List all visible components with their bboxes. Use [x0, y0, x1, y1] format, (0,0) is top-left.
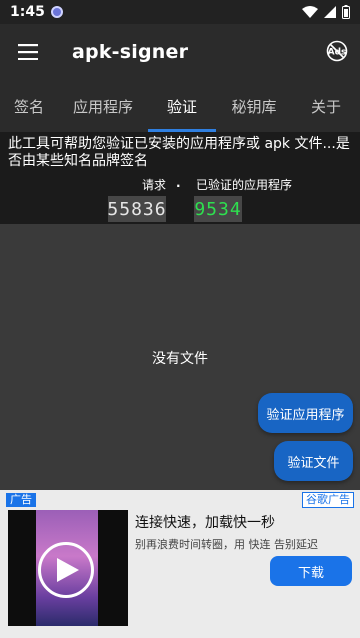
- verify-app-button[interactable]: 验证应用程序: [258, 393, 353, 433]
- file-list-area: 没有文件 验证应用程序 验证文件: [0, 224, 360, 490]
- app-title: apk-signer: [72, 41, 189, 63]
- tab-about[interactable]: 关于: [292, 80, 360, 132]
- ad-provider-label[interactable]: 谷歌广告: [302, 492, 354, 508]
- request-counter: 55836: [107, 196, 166, 222]
- info-panel: 此工具可帮助您验证已安装的应用程序或 apk 文件...是否由某些知名品牌签名 …: [0, 132, 360, 224]
- status-bar: 1:45: [0, 0, 360, 24]
- ad-headline: 连接快速，加载快一秒: [135, 515, 275, 531]
- ad-label: 广告: [6, 493, 36, 507]
- verified-label: 已验证的应用程序: [196, 178, 293, 192]
- ad-video-thumbnail[interactable]: [8, 510, 128, 626]
- tab-bar: 签名 应用程序 验证 秘钥库 关于: [0, 80, 360, 132]
- battery-icon: [342, 5, 350, 19]
- remove-ads-icon[interactable]: Ads: [326, 40, 348, 62]
- app-bar: apk-signer Ads: [0, 24, 360, 80]
- label-separator: .: [176, 176, 181, 190]
- empty-state-text: 没有文件: [152, 351, 208, 367]
- hamburger-icon: [18, 44, 38, 60]
- menu-button[interactable]: [0, 24, 56, 80]
- wifi-icon: [302, 6, 318, 18]
- info-description: 此工具可帮助您验证已安装的应用程序或 apk 文件...是否由某些知名品牌签名: [8, 136, 350, 169]
- tab-sign[interactable]: 签名: [0, 80, 58, 132]
- ad-download-button[interactable]: 下载: [270, 556, 352, 586]
- svg-text:Ads: Ads: [328, 48, 347, 58]
- request-label: 请求: [142, 178, 167, 192]
- ad-subtitle: 别再浪费时间转圈，用 快连 告别延迟: [135, 538, 318, 551]
- tab-verify[interactable]: 验证: [148, 80, 216, 132]
- verify-file-button[interactable]: 验证文件: [274, 441, 353, 481]
- verified-counter: 9534: [194, 196, 242, 222]
- ad-banner[interactable]: 广告 谷歌广告 连接快速，加载快一秒 别再浪费时间转圈，用 快连 告别延迟 下载: [0, 490, 360, 638]
- signal-icon: [324, 6, 336, 18]
- status-time: 1:45: [10, 4, 45, 20]
- tab-apps[interactable]: 应用程序: [58, 80, 148, 132]
- status-icons: [302, 5, 350, 19]
- play-icon[interactable]: [38, 542, 94, 598]
- notification-icon: [50, 6, 63, 18]
- tab-keystore[interactable]: 秘钥库: [216, 80, 292, 132]
